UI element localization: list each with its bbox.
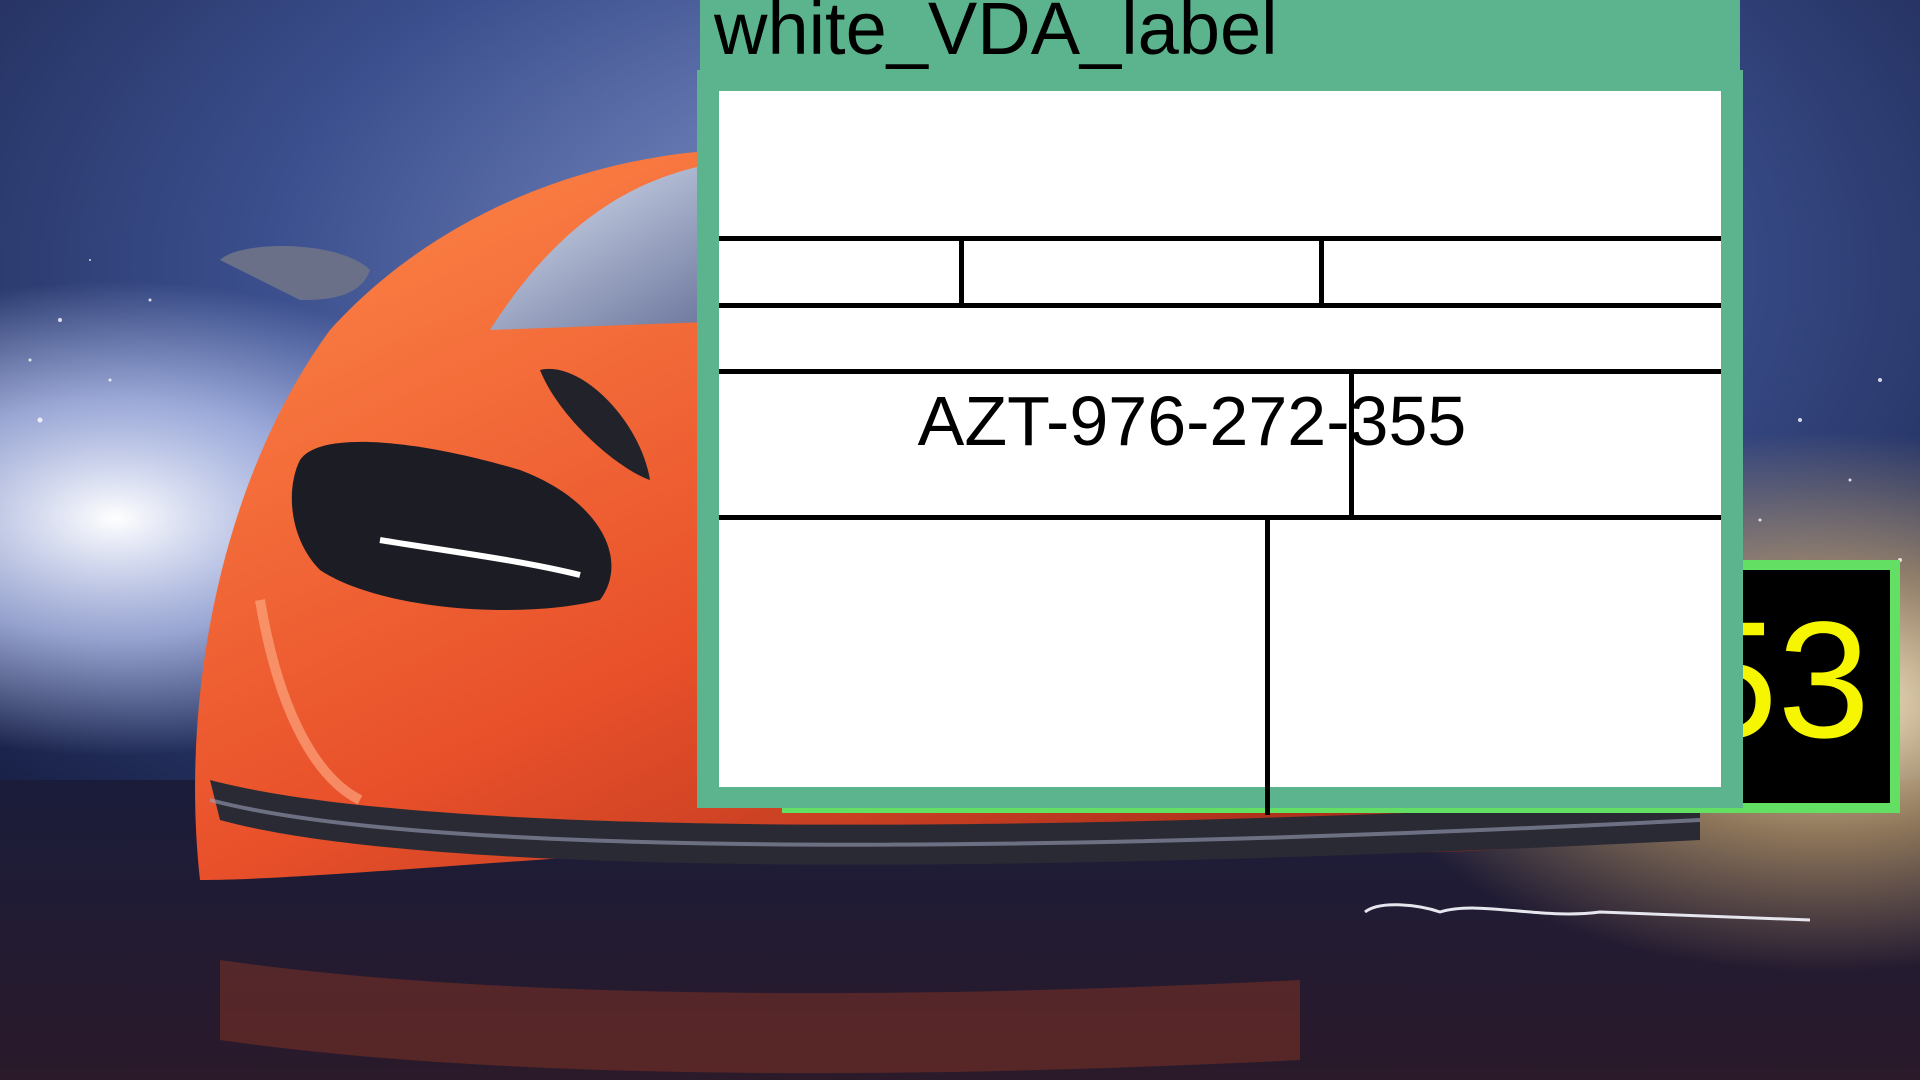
vda-label-box: AZT-976-272-355 xyxy=(697,70,1743,815)
label-divider xyxy=(719,369,1721,374)
label-divider xyxy=(719,303,1721,308)
label-divider xyxy=(1319,236,1324,308)
label-code-text: AZT-976-272-355 xyxy=(917,382,1467,460)
vda-label-form: AZT-976-272-355 xyxy=(719,91,1721,815)
label-divider xyxy=(1265,515,1270,815)
label-divider xyxy=(1349,369,1354,517)
label-divider xyxy=(719,515,1721,520)
label-class-name: white_VDA_label xyxy=(714,0,1278,70)
label-divider xyxy=(959,236,964,308)
label-class-header: white_VDA_label xyxy=(700,0,1740,72)
label-divider xyxy=(719,236,1721,241)
